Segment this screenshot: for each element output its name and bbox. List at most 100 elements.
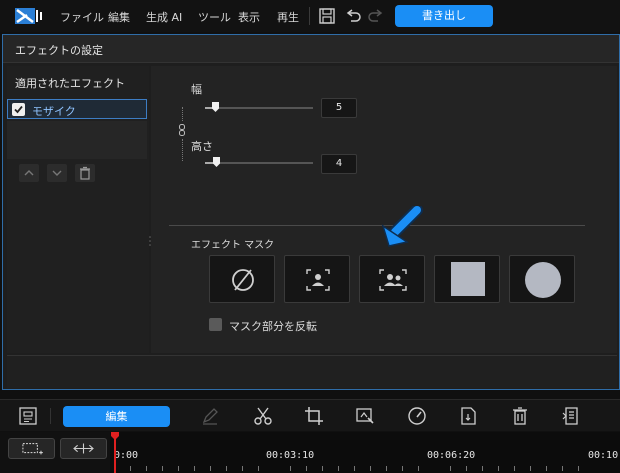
ruler-tick bbox=[210, 466, 211, 471]
timeline-ruler[interactable]: 0:00 00:03:10 00:06:20 00:10:00 bbox=[110, 432, 620, 473]
tick-label: 0:00 bbox=[114, 450, 139, 461]
square-mask-icon bbox=[451, 262, 485, 296]
pen-icon[interactable] bbox=[199, 405, 221, 427]
menu-edit[interactable]: 編集 bbox=[108, 9, 130, 25]
ruler-tick bbox=[498, 466, 499, 471]
ai-effect-icon[interactable] bbox=[354, 405, 376, 427]
width-slider-knob[interactable] bbox=[212, 102, 219, 112]
trash-icon[interactable] bbox=[509, 405, 531, 427]
width-label: 幅 bbox=[191, 83, 202, 96]
effect-params-panel: 幅 5 高さ 4 エフェクト マスク マスク部分を反転 bbox=[151, 66, 617, 353]
playhead-handle[interactable] bbox=[111, 432, 119, 440]
circle-mask-icon bbox=[525, 262, 561, 298]
ruler-tick bbox=[466, 466, 467, 471]
speed-icon[interactable] bbox=[406, 405, 428, 427]
people-mask-icon bbox=[379, 269, 407, 291]
ruler-tick bbox=[402, 466, 403, 471]
delete-effect-icon[interactable] bbox=[75, 164, 95, 182]
person-mask-icon bbox=[306, 269, 330, 291]
redo-icon[interactable] bbox=[367, 7, 385, 25]
app-logo-icon bbox=[15, 8, 42, 24]
height-slider-knob[interactable] bbox=[213, 157, 220, 167]
storyboard-icon[interactable] bbox=[17, 405, 39, 427]
export-button[interactable]: 書き出し bbox=[395, 5, 493, 27]
ruler-tick bbox=[322, 466, 323, 471]
ruler-tick bbox=[546, 466, 547, 471]
ruler-tick bbox=[450, 466, 451, 471]
ruler-tick bbox=[514, 466, 515, 471]
menu-generative-ai[interactable]: 生成 AI bbox=[146, 9, 182, 25]
menu-separator bbox=[309, 7, 310, 25]
menu-file[interactable]: ファイル bbox=[60, 9, 104, 25]
dialog-titlebar: エフェクトの設定 bbox=[3, 35, 619, 63]
mask-option-circle[interactable] bbox=[509, 255, 575, 303]
invert-mask-label: マスク部分を反転 bbox=[229, 320, 317, 333]
applied-effects-title: 適用されたエフェクト bbox=[15, 77, 125, 90]
ruler-tick bbox=[226, 466, 227, 471]
ruler-tick bbox=[386, 466, 387, 471]
link-line-top bbox=[182, 107, 183, 121]
audio-edit-icon[interactable] bbox=[458, 405, 480, 427]
ruler-tick bbox=[482, 466, 483, 471]
link-line-bottom bbox=[182, 139, 183, 161]
move-up-icon[interactable] bbox=[19, 164, 39, 182]
scissors-icon[interactable] bbox=[252, 405, 274, 427]
undo-icon[interactable] bbox=[344, 7, 362, 25]
mask-option-people[interactable] bbox=[359, 255, 425, 303]
tick-label: 00:06:20 bbox=[427, 450, 476, 461]
effect-mask-title: エフェクト マスク bbox=[191, 240, 275, 251]
menu-tools[interactable]: ツール bbox=[198, 9, 231, 25]
menu-view[interactable]: 表示 bbox=[238, 9, 260, 25]
ruler-tick bbox=[290, 466, 291, 471]
ruler-tick bbox=[194, 466, 195, 471]
ruler-tick bbox=[258, 466, 259, 471]
mask-option-none[interactable] bbox=[209, 255, 275, 303]
dialog-footer bbox=[7, 355, 617, 388]
crop-icon[interactable] bbox=[303, 405, 325, 427]
invert-mask-checkbox[interactable] bbox=[209, 318, 222, 331]
ruler-tick bbox=[146, 466, 147, 471]
link-aspect-icon[interactable] bbox=[178, 124, 186, 136]
more-tools-icon[interactable] bbox=[560, 405, 582, 427]
effect-list-empty-area bbox=[7, 121, 147, 159]
tick-label: 00:03:10 bbox=[266, 450, 315, 461]
ruler-tick bbox=[306, 466, 307, 471]
ruler-tick bbox=[242, 466, 243, 471]
menubar: ファイル 編集 生成 AI ツール 表示 再生 書き出し bbox=[0, 0, 620, 32]
effect-label: モザイク bbox=[32, 105, 76, 118]
ruler-tick bbox=[370, 466, 371, 471]
track-manager-icon[interactable] bbox=[8, 438, 55, 459]
ruler-tick bbox=[162, 466, 163, 471]
effect-enabled-checkbox[interactable] bbox=[12, 103, 25, 116]
applied-effect-item[interactable]: モザイク bbox=[7, 99, 147, 119]
ruler-tick bbox=[130, 466, 131, 471]
effect-settings-dialog: エフェクトの設定 適用されたエフェクト モザイク 幅 5 高さ 4 エフェクト … bbox=[2, 34, 620, 390]
height-label: 高さ bbox=[191, 140, 213, 153]
mask-option-square[interactable] bbox=[434, 255, 500, 303]
menu-playback[interactable]: 再生 bbox=[277, 9, 299, 25]
mask-option-person[interactable] bbox=[284, 255, 350, 303]
ruler-tick bbox=[578, 466, 579, 471]
edit-toolbar: 編集 bbox=[0, 399, 620, 431]
ruler-tick bbox=[562, 466, 563, 471]
dialog-title: エフェクトの設定 bbox=[15, 44, 103, 57]
fit-timeline-icon[interactable] bbox=[60, 438, 107, 459]
no-mask-icon bbox=[232, 269, 254, 291]
timeline: 0:00 00:03:10 00:06:20 00:10:00 bbox=[0, 432, 620, 473]
edit-tab[interactable]: 編集 bbox=[63, 406, 170, 427]
applied-effects-panel: 適用されたエフェクト モザイク bbox=[7, 66, 149, 353]
move-down-icon[interactable] bbox=[47, 164, 67, 182]
tick-label: 00:10:00 bbox=[588, 450, 620, 461]
ruler-tick bbox=[354, 466, 355, 471]
ruler-tick bbox=[178, 466, 179, 471]
pointer-arrow-icon bbox=[381, 206, 423, 247]
height-slider-track[interactable] bbox=[205, 162, 313, 164]
ruler-tick bbox=[418, 466, 419, 471]
width-value-input[interactable]: 5 bbox=[321, 98, 357, 118]
save-icon[interactable] bbox=[318, 7, 336, 25]
ruler-tick bbox=[338, 466, 339, 471]
height-value-input[interactable]: 4 bbox=[321, 154, 357, 174]
toolbar-separator bbox=[50, 408, 51, 424]
width-slider-track[interactable] bbox=[205, 107, 313, 109]
section-divider bbox=[169, 225, 585, 226]
